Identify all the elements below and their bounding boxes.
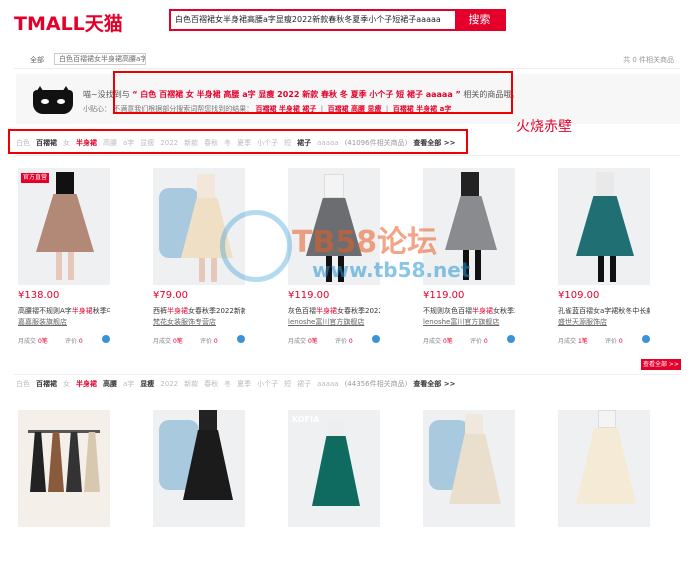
shop-link[interactable]: lenoshe富川官方旗舰店 [288,317,380,327]
product-image[interactable] [558,168,650,285]
product-price: ¥119.00 [288,290,330,301]
product-card[interactable] [558,410,650,585]
tmall-cat-icon [33,86,73,114]
product-title[interactable]: 不规则灰色百褶半身裙女秋季2022新款 [423,306,515,316]
product-title[interactable]: 孔雀蓝百褶女a字裙秋冬中长款2022新款 [558,306,650,316]
keyword-chip[interactable]: aaaaa [317,380,338,388]
watermark-url: www.tb58.net [312,258,471,282]
product-card[interactable]: ¥109.00 孔雀蓝百褶女a字裙秋冬中长款2022新款 盛世天源服饰店 月成交… [558,168,650,345]
shop-link[interactable]: lenoshe富川官方旗舰店 [423,317,515,327]
keyword-chip[interactable]: 短 [284,380,291,388]
product-meta: 月成交 0笔 评价 0 [153,338,218,345]
result-count: 共 0 件相关商品 [623,56,674,64]
wangwang-chat-icon[interactable] [507,335,515,343]
divider [14,68,680,69]
product-meta: 月成交 0笔 评价 0 [288,338,353,345]
product-title[interactable]: 西裤半身裙女春秋季2022新款百褶 [153,306,245,316]
divider [14,155,680,156]
keyword-chip[interactable]: 小个子 [257,380,278,388]
keyword-chip[interactable]: (44356件相关商品) [345,380,408,388]
product-image[interactable] [18,410,110,527]
search-box[interactable]: 白色百褶裙女半身裙高腰a字显瘦2022新款春秋冬夏季小个子短裙子aaaaa 搜索 [169,9,506,31]
product-meta: 月成交 0笔 评价 0 [423,338,488,345]
keyword-chip[interactable]: 春秋 [204,380,218,388]
product-card[interactable]: 官方直营 ¥138.00 高腰褶不规则A字半身裙秋季中长款 嘉嘉服装旗舰店 月成… [18,168,110,345]
view-all-button[interactable]: 查看全部 >> [641,359,681,370]
search-button[interactable]: 搜索 [455,11,504,29]
breadcrumb-query[interactable]: 白色百褶裙女半身裙高腰a字 [54,53,146,65]
product-meta: 月成交 1笔 评价 0 [558,338,623,345]
shop-link[interactable]: 盛世天源服饰店 [558,317,650,327]
keyword-row-2: 白色 百褶裙女半身裙 高腰 a字 显瘦 2022 新款 春秋冬夏季 小个子短裙子 aaaaa (44… [16,379,461,389]
product-card[interactable]: KOFIA [288,410,380,585]
keyword-chip[interactable]: a字 [123,380,134,388]
keyword-chip[interactable]: 2022 [160,380,178,388]
keyword-chip[interactable]: 百褶裙 [36,380,57,388]
highlight-box-tip [113,71,513,114]
product-price: ¥79.00 [153,290,188,301]
keyword-chip[interactable]: 高腰 [103,380,117,388]
keyword-chip[interactable]: 白色 [16,380,30,388]
shop-link[interactable]: 嘉嘉服装旗舰店 [18,317,110,327]
brand-label: KOFIA [292,415,320,424]
keyword-chip[interactable]: 新款 [184,380,198,388]
product-image[interactable]: 官方直营 [18,168,110,285]
breadcrumb-all[interactable]: 全部 [30,55,44,65]
wangwang-chat-icon[interactable] [102,335,110,343]
wangwang-chat-icon[interactable] [372,335,380,343]
product-image[interactable] [153,410,245,527]
keyword-chip[interactable]: 冬 [224,380,231,388]
keyword-chip[interactable]: 女 [63,380,70,388]
watermark-logo [220,210,292,282]
tmall-logo[interactable]: TMALL天猫 [14,9,123,36]
keyword-chip[interactable]: 显瘦 [140,380,154,388]
wangwang-chat-icon[interactable] [642,335,650,343]
highlight-box-keywords [8,129,468,154]
product-price: ¥119.00 [423,290,465,301]
keyword-chip[interactable]: 夏季 [237,380,251,388]
product-title[interactable]: 高腰褶不规则A字半身裙秋季中长款 [18,306,110,316]
product-image[interactable] [423,410,515,527]
annotation-text: 火烧赤壁 [516,119,572,135]
product-image[interactable] [558,410,650,527]
product-card[interactable] [423,410,515,585]
watermark-text: TB58论坛 [292,225,438,260]
product-badge: 官方直营 [21,173,49,183]
keyword-chip[interactable]: 半身裙 [76,380,97,388]
header: TMALL天猫 白色百褶裙女半身裙高腰a字显瘦2022新款春秋冬夏季小个子短裙子… [0,0,694,46]
product-card[interactable] [18,410,110,585]
keyword-chip[interactable]: 裙子 [297,380,311,388]
tip2-prefix: 小贴心： [83,105,111,113]
product-meta: 月成交 0笔 评价 0 [18,338,83,345]
product-price: ¥138.00 [18,290,60,301]
product-image[interactable]: KOFIA [288,410,380,527]
wangwang-chat-icon[interactable] [237,335,245,343]
product-title[interactable]: 灰色百褶半身裙女春秋季2022新款半 [288,306,380,316]
product-price: ¥109.00 [558,290,600,301]
search-input[interactable]: 白色百褶裙女半身裙高腰a字显瘦2022新款春秋冬夏季小个子短裙子aaaaa [175,14,455,25]
product-card[interactable] [153,410,245,585]
keyword-chip[interactable]: 查看全部 >> [413,380,455,388]
shop-link[interactable]: 梵花女装服饰专营店 [153,317,245,327]
divider [14,374,680,375]
